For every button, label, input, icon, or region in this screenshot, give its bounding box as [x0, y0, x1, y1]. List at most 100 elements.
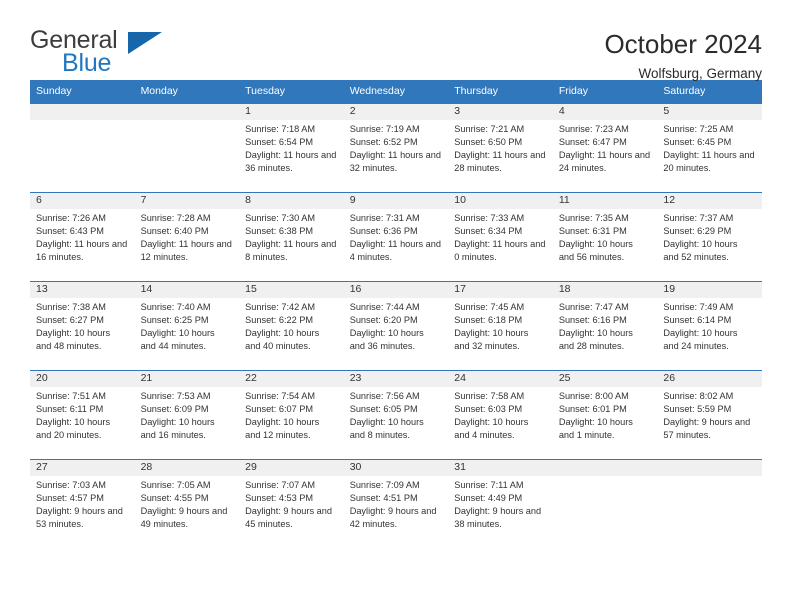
weekday-header-friday: Friday: [552, 80, 658, 103]
calendar-day-cell[interactable]: 4 Sunrise: 7:23 AM Sunset: 6:47 PM Daylight…: [552, 103, 658, 192]
sunset-time: Sunset: 6:01 PM: [558, 404, 627, 415]
calendar-day-cell[interactable]: 17 Sunrise: 7:45 AM Sunset: 6:18 PM Dayligh…: [448, 281, 553, 370]
day-sun-info: Sunrise: 7:21 AM Sunset: 6:50 PM Daylight:…: [448, 120, 553, 175]
calendar-day-cell[interactable]: 9 Sunrise: 7:31 AM Sunset: 6:36 PM Daylight…: [343, 192, 449, 281]
day-sun-info: Sunrise: 7:09 AM Sunset: 4:51 PM Daylight:…: [344, 476, 449, 531]
calendar-day-cell[interactable]: 21 Sunrise: 7:53 AM Sunset: 6:09 PM Dayligh…: [134, 370, 240, 459]
sunrise-time: Sunrise: 7:38 AM: [36, 302, 106, 312]
sunset-time: Sunset: 6:52 PM: [349, 137, 418, 148]
day-sun-info: Sunrise: 7:33 AM Sunset: 6:34 PM Daylight:…: [448, 209, 553, 264]
day-sun-info: Sunrise: 7:37 AM Sunset: 6:29 PM Daylight:…: [657, 209, 762, 264]
day-sun-info: Sunrise: 7:18 AM Sunset: 6:54 PM Daylight:…: [239, 120, 344, 175]
calendar-day-cell[interactable]: 23 Sunrise: 7:56 AM Sunset: 6:05 PM Dayligh…: [343, 370, 449, 459]
calendar-day-cell[interactable]: 26 Sunrise: 8:02 AM Sunset: 5:59 PM Dayligh…: [657, 370, 762, 459]
sunrise-time: Sunrise: 7:51 AM: [36, 391, 106, 401]
logo-text-blue: Blue: [62, 49, 112, 77]
sunrise-time: Sunrise: 7:09 AM: [349, 480, 420, 490]
calendar-day-cell[interactable]: 5 Sunrise: 7:25 AM Sunset: 6:45 PM Daylight…: [657, 103, 762, 192]
day-sun-info: Sunrise: 7:53 AM Sunset: 6:09 PM Daylight:…: [135, 387, 240, 442]
calendar-day-cell[interactable]: 27 Sunrise: 7:03 AM Sunset: 4:57 PM Dayligh…: [30, 459, 135, 548]
calendar-week-row: 6 Sunrise: 7:26 AM Sunset: 6:43 PM Daylight…: [30, 192, 762, 281]
calendar-day-cell[interactable]: 2 Sunrise: 7:19 AM Sunset: 6:52 PM Daylight…: [343, 103, 449, 192]
day-sun-info: Sunrise: 8:00 AM Sunset: 6:01 PM Daylight:…: [553, 387, 658, 442]
daylight-duration: Daylight: 10 hours and 20 minutes.: [36, 417, 111, 441]
calendar-day-cell[interactable]: 31 Sunrise: 7:11 AM Sunset: 4:49 PM Dayligh…: [448, 459, 553, 548]
sunset-time: Sunset: 6:05 PM: [349, 404, 418, 415]
sunset-time: Sunset: 6:36 PM: [349, 226, 418, 237]
sunset-time: Sunset: 6:18 PM: [454, 315, 523, 326]
calendar-day-cell[interactable]: 10 Sunrise: 7:33 AM Sunset: 6:34 PM Dayligh…: [448, 192, 553, 281]
calendar-day-cell[interactable]: 16 Sunrise: 7:44 AM Sunset: 6:20 PM Dayligh…: [343, 281, 449, 370]
calendar-day-cell[interactable]: 7 Sunrise: 7:28 AM Sunset: 6:40 PM Daylight…: [134, 192, 240, 281]
calendar-day-cell[interactable]: 6 Sunrise: 7:26 AM Sunset: 6:43 PM Daylight…: [30, 192, 135, 281]
sunrise-time: Sunrise: 7:49 AM: [663, 302, 734, 312]
calendar-day-cell[interactable]: 14 Sunrise: 7:40 AM Sunset: 6:25 PM Dayligh…: [134, 281, 240, 370]
sunrise-sunset-calendar: Sunday Monday Tuesday Wednesday Thursday…: [30, 80, 762, 548]
daylight-duration: Daylight: 10 hours and 16 minutes.: [140, 417, 215, 441]
calendar-day-cell[interactable]: 22 Sunrise: 7:54 AM Sunset: 6:07 PM Dayligh…: [239, 370, 344, 459]
general-blue-logo[interactable]: General Blue: [30, 28, 210, 80]
day-sun-info: Sunrise: 7:58 AM Sunset: 6:03 PM Daylight:…: [448, 387, 553, 442]
sunrise-time: Sunrise: 7:23 AM: [558, 124, 629, 134]
calendar-day-cell[interactable]: 15 Sunrise: 7:42 AM Sunset: 6:22 PM Dayligh…: [239, 281, 344, 370]
calendar-day-cell[interactable]: 8 Sunrise: 7:30 AM Sunset: 6:38 PM Daylight…: [239, 192, 344, 281]
day-number: 5: [657, 104, 762, 120]
day-sun-info: Sunrise: 7:28 AM Sunset: 6:40 PM Daylight:…: [135, 209, 240, 264]
daylight-duration: Daylight: 11 hours and 12 minutes.: [140, 239, 232, 263]
day-sun-info: Sunrise: 7:03 AM Sunset: 4:57 PM Daylight:…: [30, 476, 135, 531]
calendar-day-cell[interactable]: 28 Sunrise: 7:05 AM Sunset: 4:55 PM Dayligh…: [134, 459, 240, 548]
daylight-duration: Daylight: 10 hours and 1 minute.: [558, 417, 633, 441]
sunset-time: Sunset: 6:50 PM: [454, 137, 523, 148]
day-sun-info: Sunrise: 7:42 AM Sunset: 6:22 PM Daylight:…: [239, 298, 344, 353]
day-number: 31: [448, 460, 553, 476]
sunrise-time: Sunrise: 7:53 AM: [140, 391, 211, 401]
daylight-duration: Daylight: 10 hours and 40 minutes.: [245, 328, 320, 352]
calendar-day-cell[interactable]: 30 Sunrise: 7:09 AM Sunset: 4:51 PM Dayligh…: [343, 459, 449, 548]
weekday-header-sunday: Sunday: [30, 80, 135, 103]
daylight-duration: Daylight: 10 hours and 44 minutes.: [140, 328, 215, 352]
day-number: 21: [134, 371, 240, 387]
sunrise-time: Sunrise: 7:31 AM: [349, 213, 420, 223]
daylight-duration: Daylight: 11 hours and 16 minutes.: [36, 239, 128, 263]
day-sun-info: Sunrise: 7:35 AM Sunset: 6:31 PM Daylight:…: [553, 209, 658, 264]
sunrise-time: Sunrise: 7:07 AM: [245, 480, 316, 490]
calendar-day-cell[interactable]: 24 Sunrise: 7:58 AM Sunset: 6:03 PM Dayligh…: [448, 370, 553, 459]
calendar-day-cell[interactable]: 19 Sunrise: 7:49 AM Sunset: 6:14 PM Dayligh…: [657, 281, 762, 370]
calendar-day-cell[interactable]: 11 Sunrise: 7:35 AM Sunset: 6:31 PM Dayligh…: [552, 192, 658, 281]
calendar-day-cell[interactable]: 13 Sunrise: 7:38 AM Sunset: 6:27 PM Dayligh…: [30, 281, 135, 370]
page-subtitle: Wolfsburg, Germany: [638, 65, 762, 81]
day-sun-info: Sunrise: 7:05 AM Sunset: 4:55 PM Daylight:…: [135, 476, 240, 531]
daylight-duration: Daylight: 10 hours and 28 minutes.: [558, 328, 633, 352]
calendar-day-cell[interactable]: 3 Sunrise: 7:21 AM Sunset: 6:50 PM Daylight…: [448, 103, 553, 192]
sunrise-time: Sunrise: 7:42 AM: [245, 302, 316, 312]
day-sun-info: Sunrise: 7:47 AM Sunset: 6:16 PM Daylight:…: [553, 298, 658, 353]
day-number: 30: [343, 460, 449, 476]
day-sun-info: Sunrise: 7:26 AM Sunset: 6:43 PM Daylight:…: [30, 209, 135, 264]
calendar-day-cell-empty: [552, 459, 658, 548]
day-sun-info: Sunrise: 7:30 AM Sunset: 6:38 PM Daylight:…: [239, 209, 344, 264]
calendar-day-cell[interactable]: 25 Sunrise: 8:00 AM Sunset: 6:01 PM Dayligh…: [552, 370, 658, 459]
day-number: [30, 104, 135, 120]
calendar-day-cell[interactable]: 1 Sunrise: 7:18 AM Sunset: 6:54 PM Daylight…: [239, 103, 344, 192]
sunset-time: Sunset: 6:03 PM: [454, 404, 523, 415]
day-sun-info: Sunrise: 7:44 AM Sunset: 6:20 PM Daylight:…: [344, 298, 449, 353]
sunrise-time: Sunrise: 7:19 AM: [349, 124, 420, 134]
day-number: 15: [239, 282, 344, 298]
day-number: 6: [30, 193, 135, 209]
day-sun-info: Sunrise: 8:02 AM Sunset: 5:59 PM Daylight:…: [657, 387, 762, 442]
daylight-duration: Daylight: 10 hours and 4 minutes.: [454, 417, 529, 441]
day-number: 11: [552, 193, 658, 209]
daylight-duration: Daylight: 10 hours and 48 minutes.: [36, 328, 111, 352]
day-number: 2: [343, 104, 449, 120]
sunrise-time: Sunrise: 7:28 AM: [140, 213, 211, 223]
sunset-time: Sunset: 6:07 PM: [245, 404, 314, 415]
calendar-day-cell[interactable]: 20 Sunrise: 7:51 AM Sunset: 6:11 PM Dayligh…: [30, 370, 135, 459]
calendar-day-cell[interactable]: 18 Sunrise: 7:47 AM Sunset: 6:16 PM Dayligh…: [552, 281, 658, 370]
calendar-day-cell[interactable]: 29 Sunrise: 7:07 AM Sunset: 4:53 PM Dayligh…: [239, 459, 344, 548]
daylight-duration: Daylight: 9 hours and 45 minutes.: [245, 506, 332, 530]
daylight-duration: Daylight: 11 hours and 28 minutes.: [454, 150, 546, 174]
day-number: 4: [552, 104, 658, 120]
daylight-duration: Daylight: 11 hours and 32 minutes.: [349, 150, 441, 174]
calendar-day-cell[interactable]: 12 Sunrise: 7:37 AM Sunset: 6:29 PM Dayligh…: [657, 192, 762, 281]
sunrise-time: Sunrise: 7:37 AM: [663, 213, 734, 223]
